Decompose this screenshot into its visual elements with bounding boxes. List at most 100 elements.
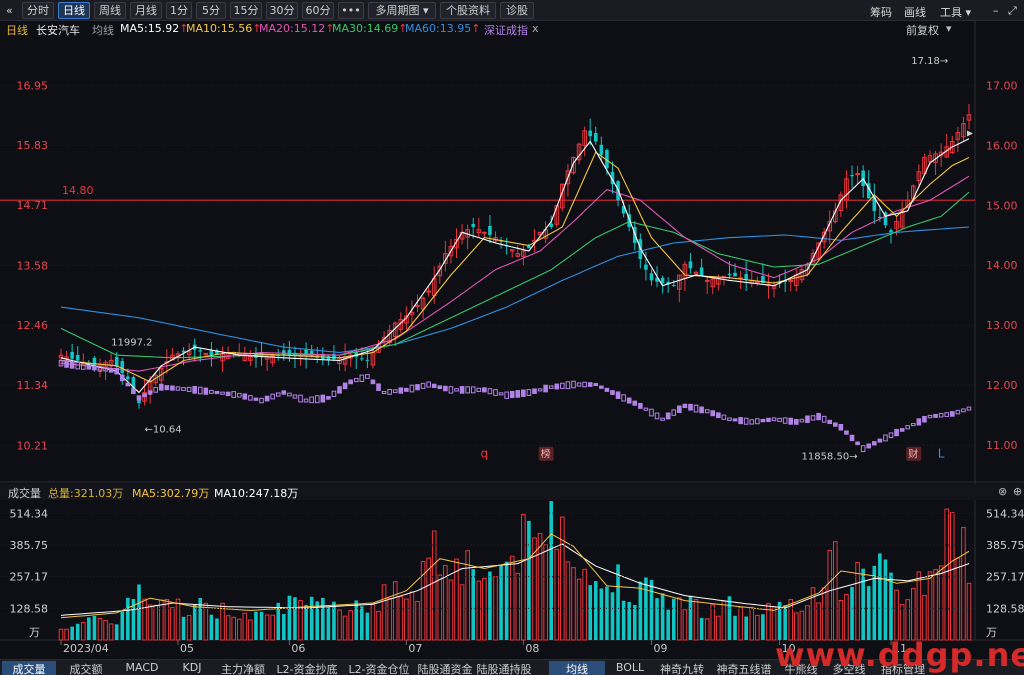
x-tick-label: 06 xyxy=(291,642,305,655)
indicator-tab-12[interactable]: 神奇五线谱 xyxy=(712,661,776,675)
index-mark xyxy=(615,391,621,399)
y-right-tick: 13.00 xyxy=(986,319,1018,332)
index-mark xyxy=(281,390,287,395)
x-tick-label: 2023/04 xyxy=(63,642,109,655)
index-mark xyxy=(303,398,309,403)
volume-bar xyxy=(721,600,727,641)
index-mark xyxy=(632,400,638,406)
volume-bar xyxy=(838,600,844,641)
index-mark xyxy=(548,385,554,389)
volume-bar xyxy=(821,587,827,641)
index-mark xyxy=(955,409,961,415)
volume-tick-left: 128.58 xyxy=(10,602,49,615)
index-mark xyxy=(326,396,331,400)
y-left-tick: 13.58 xyxy=(17,259,49,272)
index-mark xyxy=(938,413,944,418)
index-mark xyxy=(910,423,916,427)
volume-bar xyxy=(916,571,922,641)
volume-bar xyxy=(866,586,871,640)
volume-bar xyxy=(955,557,961,641)
indicator-tab-7[interactable]: 陆股通资金 xyxy=(417,661,473,675)
volume-bar xyxy=(638,581,643,640)
volume-bar xyxy=(666,609,670,640)
index-mark xyxy=(532,388,537,394)
index-mark xyxy=(961,408,966,413)
volume-bar xyxy=(92,615,97,640)
index-mark xyxy=(721,414,727,420)
volume-bar xyxy=(582,568,587,641)
index-mark xyxy=(838,423,844,431)
volume-bar xyxy=(108,623,114,641)
indicator-tab-0[interactable]: 成交量 xyxy=(2,661,56,675)
volume-bar xyxy=(293,597,297,640)
index-mark xyxy=(376,383,381,391)
volume-bar xyxy=(309,596,314,640)
indicator-tab-2[interactable]: MACD xyxy=(116,661,168,674)
volume-bar xyxy=(64,628,69,641)
indicator-tab-8[interactable]: 陆股通持股 xyxy=(476,661,532,675)
candle-body xyxy=(649,273,654,281)
index-mark xyxy=(86,364,92,370)
volume-bar xyxy=(521,514,526,641)
volume-settings-icon[interactable]: ⊗ xyxy=(998,485,1007,498)
index-mark xyxy=(365,374,370,379)
kline-chart[interactable]: 16.95 15.83 14.71 13.58 12.46 11.34 10.21 17.00… xyxy=(0,0,1024,675)
indicator-tab-6[interactable]: L2-资金仓位 xyxy=(344,661,414,675)
candle-body xyxy=(198,350,203,352)
volume-bar xyxy=(387,597,392,641)
volume-bar xyxy=(693,599,699,641)
volume-bar xyxy=(488,571,492,640)
indicator-tab-5[interactable]: L2-资金抄底 xyxy=(273,661,341,675)
volume-bar xyxy=(415,600,420,641)
volume-bar xyxy=(215,618,219,640)
index-mark xyxy=(515,390,521,398)
index-mark xyxy=(537,388,543,392)
index-mark xyxy=(660,417,665,421)
index-mark xyxy=(431,383,437,389)
index-mark xyxy=(521,389,526,397)
volume-bar xyxy=(922,594,927,641)
indicator-tab-11[interactable]: 神奇九转 xyxy=(655,661,709,675)
volume-bar xyxy=(236,618,242,641)
volume-bar xyxy=(771,606,777,641)
y-right-tick: 16.00 xyxy=(986,139,1018,152)
volume-bar xyxy=(409,591,415,641)
index-mark xyxy=(665,412,671,420)
volume-bar xyxy=(248,619,253,641)
volume-bar xyxy=(264,614,270,641)
volume-bar xyxy=(431,530,437,641)
candle-body xyxy=(92,357,97,366)
volume-bar xyxy=(186,614,192,641)
indicator-tab-9[interactable]: 均线 xyxy=(549,661,605,675)
volume-bar xyxy=(833,541,838,641)
index-mark xyxy=(131,388,136,394)
index-mark xyxy=(331,390,337,398)
index-mark xyxy=(459,386,465,394)
index-mark xyxy=(409,384,415,393)
index-mark xyxy=(855,441,860,446)
index-mark xyxy=(821,415,827,423)
index-mark xyxy=(933,413,938,418)
indicator-tab-3[interactable]: KDJ xyxy=(171,661,213,674)
index-mark xyxy=(966,406,972,411)
volume-bar xyxy=(70,626,74,640)
index-mark xyxy=(816,412,821,421)
volume-bar xyxy=(321,597,325,640)
x-tick-label: 05 xyxy=(180,642,194,655)
index-mark xyxy=(883,434,888,442)
candle-body xyxy=(660,277,665,284)
volume-bar xyxy=(682,609,688,641)
index-mark xyxy=(833,422,838,427)
index-mark xyxy=(576,382,582,387)
indicator-tab-4[interactable]: 主力净额 xyxy=(216,661,270,675)
volume-maximize-icon[interactable]: ⊕ xyxy=(1013,485,1022,498)
volume-bar xyxy=(927,571,933,641)
indicator-tab-1[interactable]: 成交额 xyxy=(59,661,113,675)
index-mark xyxy=(175,386,181,391)
index-mark xyxy=(688,403,693,411)
q-tag: q xyxy=(481,447,489,461)
bang-tag: 榜 xyxy=(541,448,551,461)
y-left-tick: 14.71 xyxy=(17,199,49,212)
index-mark xyxy=(437,385,443,389)
indicator-tab-10[interactable]: BOLL xyxy=(608,661,652,674)
